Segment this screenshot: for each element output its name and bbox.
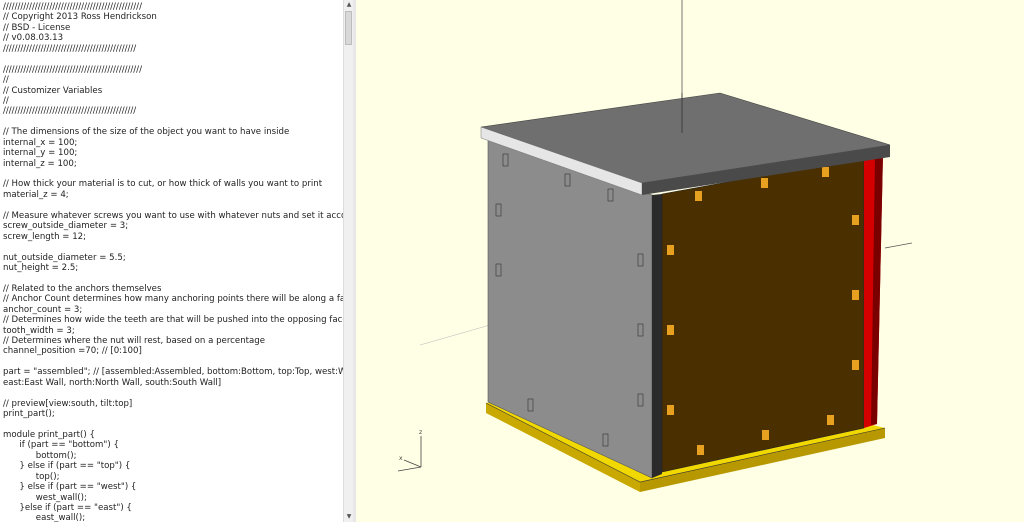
- anchor-nut: [852, 290, 859, 300]
- anchor-nut: [852, 360, 859, 370]
- anchor-nut: [695, 191, 702, 201]
- code-line: part = "assembled"; // [assembled:Assemb…: [3, 367, 343, 378]
- x-axis-line: [884, 242, 913, 249]
- code-line: top();: [3, 471, 60, 482]
- code-line: ////////////////////////////////////////…: [3, 2, 142, 12]
- z-axis-label: z: [419, 429, 422, 436]
- code-line: // Measure whatever screws you want to u…: [3, 210, 343, 221]
- code-line: internal_z = 100;: [3, 158, 77, 169]
- code-line: //: [3, 75, 9, 86]
- code-line: nut_outside_diameter = 5.5;: [3, 252, 126, 263]
- code-line: print_part();: [3, 409, 55, 420]
- code-line: internal_x = 100;: [3, 137, 78, 148]
- anchor-nut: [852, 215, 859, 225]
- code-line: ////////////////////////////////////////…: [3, 43, 137, 54]
- code-line: // Customizer Variables: [3, 85, 103, 96]
- code-line: east_wall();: [3, 513, 86, 522]
- code-line: } else if (part == "top") {: [3, 461, 131, 472]
- code-line: // BSD - License: [3, 22, 71, 33]
- code-line: channel_position =70; // [0:100]: [3, 346, 142, 357]
- x-axis-label: x: [399, 455, 403, 462]
- code-line: internal_y = 100;: [3, 148, 78, 159]
- anchor-nut: [667, 325, 674, 335]
- code-line: west_wall();: [3, 492, 87, 503]
- code-line: // v0.08.03.13: [3, 33, 64, 44]
- code-line: // Determines how wide the teeth are tha…: [3, 315, 343, 326]
- scroll-thumb[interactable]: [345, 11, 352, 45]
- code-line: screw_length = 12;: [3, 231, 87, 242]
- code-line: screw_outside_diameter = 3;: [3, 221, 129, 232]
- code-line: }else if (part == "east") {: [3, 503, 132, 513]
- code-line: // How thick your material is to cut, or…: [3, 179, 323, 190]
- code-text[interactable]: ////////////////////////////////////////…: [0, 0, 343, 522]
- code-line: } else if (part == "west") {: [3, 482, 137, 493]
- code-line: nut_height = 2.5;: [3, 262, 79, 273]
- y-axis-line: [419, 324, 491, 346]
- model-render: z x: [397, 0, 913, 492]
- code-line: // Related to the anchors themselves: [3, 283, 162, 294]
- anchor-nut: [697, 445, 704, 455]
- anchor-nut: [667, 405, 674, 415]
- code-line: tooth_width = 3;: [3, 325, 75, 336]
- anchor-nut: [762, 430, 769, 440]
- code-line: bottom();: [3, 450, 77, 461]
- code-line: east:East Wall, north:North Wall, south:…: [3, 377, 222, 388]
- code-line: ////////////////////////////////////////…: [3, 64, 142, 75]
- axes-indicator: z x: [397, 429, 422, 472]
- wall-corner: [652, 194, 662, 478]
- code-line: // Determines where the nut will rest, b…: [3, 336, 266, 346]
- code-line: //: [3, 95, 9, 106]
- code-line: // Anchor Count determines how many anch…: [3, 294, 343, 305]
- code-line: // preview[view:south, tilt:top]: [3, 398, 133, 409]
- code-line: anchor_count = 3;: [3, 304, 83, 315]
- code-line: // Copyright 2013 Ross Hendrickson: [3, 12, 157, 23]
- code-line: // The dimensions of the size of the obj…: [3, 127, 290, 138]
- code-line: module print_part() {: [3, 429, 95, 440]
- anchor-nut: [827, 415, 834, 425]
- code-editor[interactable]: ////////////////////////////////////////…: [0, 0, 343, 522]
- anchor-nut: [822, 167, 829, 177]
- code-line: if (part == "bottom") {: [3, 440, 119, 451]
- anchor-nut: [761, 178, 768, 188]
- code-line: material_z = 4;: [3, 189, 69, 200]
- code-line: ////////////////////////////////////////…: [3, 106, 137, 117]
- 3d-viewport[interactable]: z x: [356, 0, 1024, 522]
- anchor-nut: [667, 245, 674, 255]
